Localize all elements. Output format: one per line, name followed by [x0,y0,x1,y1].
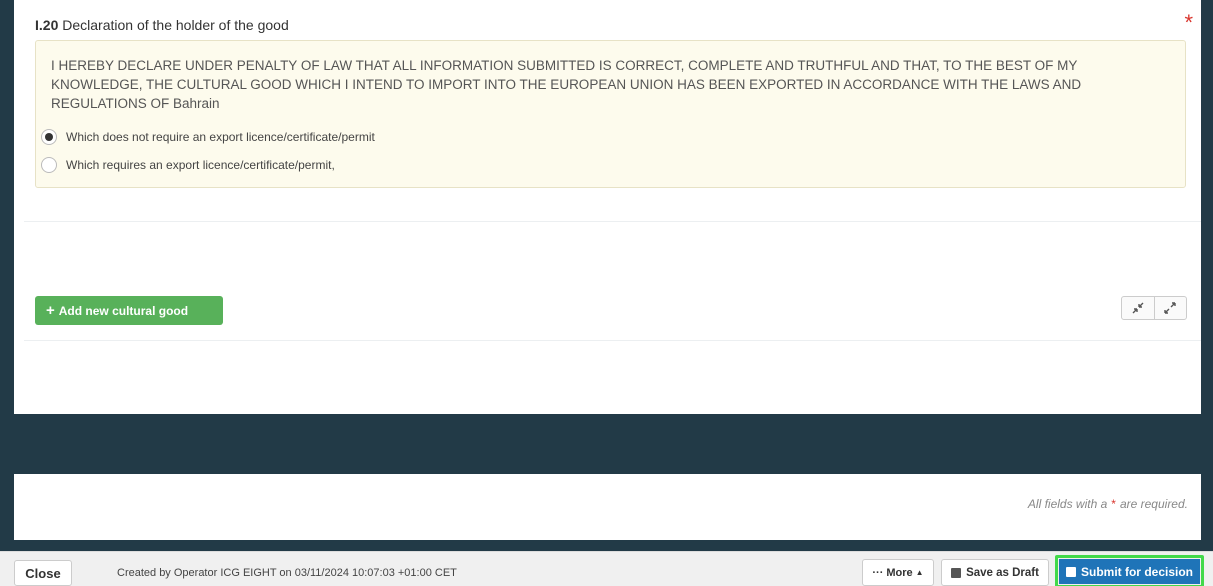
required-note-prefix: All fields with a [1027,497,1108,511]
more-button[interactable]: ··· More ▲ [862,559,934,586]
divider [24,221,1201,222]
save-draft-button[interactable]: Save as Draft [941,559,1049,586]
submit-icon [1065,566,1076,577]
section-heading: I.20 Declaration of the holder of the go… [35,17,289,33]
more-label: More [886,566,913,579]
submit-highlight: Submit for decision [1055,555,1204,586]
ellipsis-icon: ··· [872,566,884,579]
plus-icon: + [46,302,55,319]
add-cultural-good-button[interactable]: + Add new cultural good [35,296,223,325]
required-asterisk-icon: * [1184,10,1193,35]
expand-arrows-icon[interactable] [1153,297,1187,319]
radio-button[interactable] [41,157,57,173]
radio-label: Which requires an export licence/certifi… [66,158,335,172]
required-note-panel: All fields with a * are required. [14,474,1201,540]
collapse-arrows-icon[interactable] [1122,297,1154,319]
save-draft-label: Save as Draft [966,566,1039,579]
submit-label: Submit for decision [1080,564,1193,579]
submit-for-decision-button[interactable]: Submit for decision [1059,559,1200,584]
declaration-box: I HEREBY DECLARE UNDER PENALTY OF LAW TH… [35,40,1186,188]
created-info: Created by Operator ICG EIGHT on 03/11/2… [117,567,457,579]
required-note-suffix: are required. [1119,497,1188,511]
radio-option-no-licence[interactable]: Which does not require an export licence… [41,129,375,145]
radio-button-checked[interactable] [41,129,57,145]
expand-collapse-group [1121,296,1187,320]
required-fields-note: All fields with a * are required. [1028,497,1188,511]
section-title: Declaration of the holder of the good [62,17,289,33]
radio-option-requires-licence[interactable]: Which requires an export licence/certifi… [41,157,335,173]
close-button[interactable]: Close [14,560,72,586]
footer-bar: Close Created by Operator ICG EIGHT on 0… [0,551,1213,586]
required-asterisk-icon: * [1111,497,1116,511]
section-number: I.20 [35,17,59,33]
add-cultural-good-label: Add new cultural good [58,303,189,318]
archive-icon [951,567,962,578]
declaration-text: I HEREBY DECLARE UNDER PENALTY OF LAW TH… [51,58,1082,111]
form-panel: I.20 Declaration of the holder of the go… [14,0,1201,414]
radio-label: Which does not require an export licence… [66,130,375,144]
divider [24,340,1201,341]
caret-up-icon: ▲ [915,568,924,577]
